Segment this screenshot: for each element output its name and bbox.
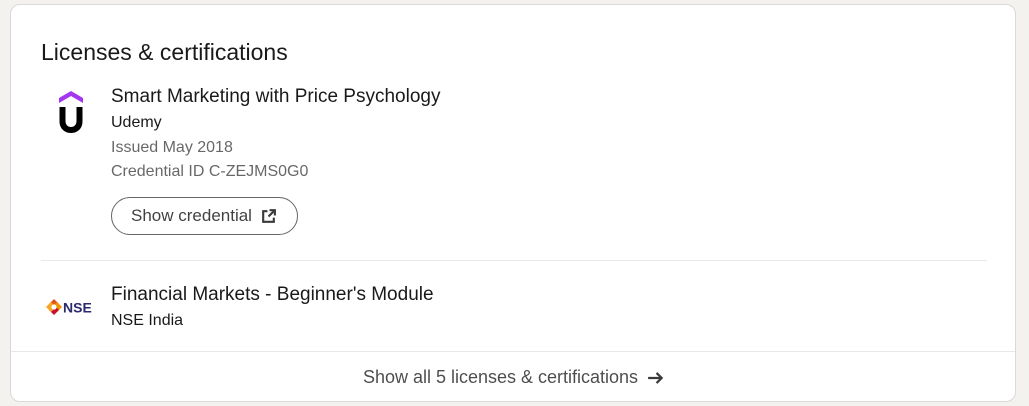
certification-title[interactable]: Smart Marketing with Price Psychology [111,85,440,109]
section-title: Licenses & certifications [41,39,288,65]
nse-logo[interactable]: NSE [41,277,101,337]
certification-title[interactable]: Financial Markets - Beginner's Module [111,283,434,307]
external-link-icon [260,208,277,225]
item-divider [41,260,987,261]
licenses-certifications-card: Licenses & certifications Smart Marketin… [10,4,1016,402]
certification-issuer: NSE India [111,312,184,329]
show-all-link[interactable]: Show all 5 licenses & certifications [11,352,1015,401]
udemy-logo-icon [41,81,101,141]
certification-issuer: Udemy [111,114,162,131]
show-all-label: Show all 5 licenses & certifications [362,367,639,387]
nse-logo-text: NSE [63,300,92,316]
show-credential-label: Show credential [131,206,252,225]
nse-logo-icon: NSE [41,277,101,337]
credential-id: Credential ID C-ZEJMS0G0 [111,163,309,180]
udemy-logo[interactable] [41,81,101,141]
show-credential-button[interactable]: Show credential [111,197,298,235]
arrow-right-icon [647,369,665,387]
issued-date: Issued May 2018 [111,139,233,156]
